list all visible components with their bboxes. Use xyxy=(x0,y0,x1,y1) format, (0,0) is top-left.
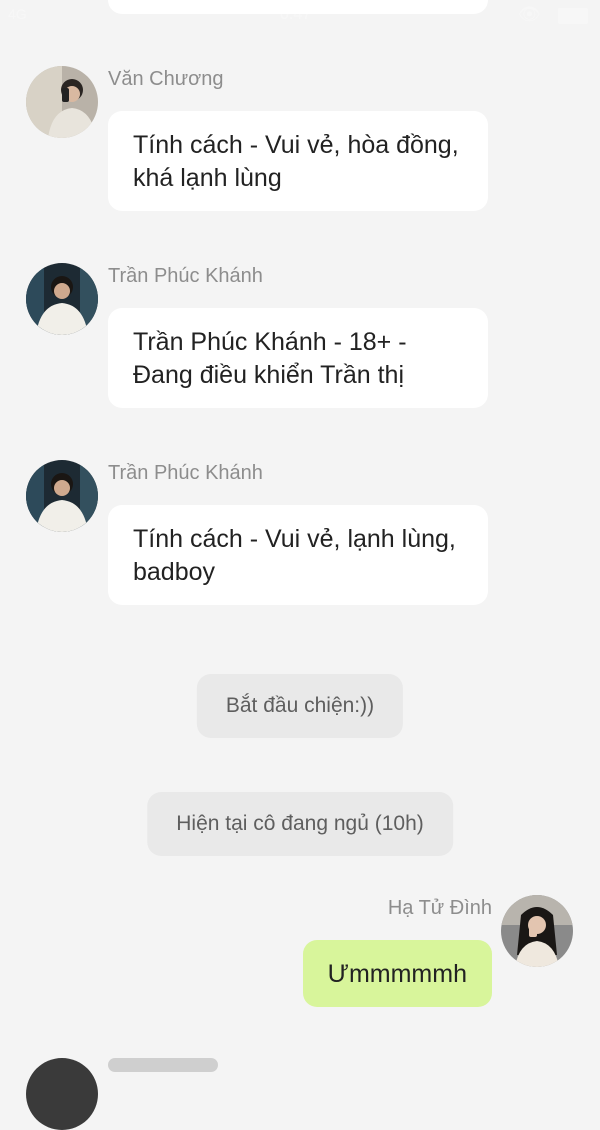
avatar[interactable] xyxy=(26,66,98,138)
system-message: Bắt đầu chiện:)) xyxy=(196,674,404,738)
sender-name: Trần Phúc Khánh xyxy=(108,265,263,287)
avatar[interactable] xyxy=(26,1058,98,1130)
message-bubble[interactable]: Tính cách - Vui vẻ, lạnh lùng, badboy xyxy=(108,505,488,605)
battery-icon xyxy=(558,8,588,24)
avatar[interactable] xyxy=(501,895,573,967)
avatar[interactable] xyxy=(26,460,98,532)
sender-name: Trần Phúc Khánh xyxy=(108,462,263,484)
previous-message-bubble xyxy=(108,0,488,14)
message-bubble[interactable]: Trần Phúc Khánh - 18+ - Đang điều khiển … xyxy=(108,308,488,408)
sender-name: Văn Chương xyxy=(108,68,224,90)
signal-icon: 4G xyxy=(8,6,27,22)
message-bubble-outgoing[interactable]: Ưmmmmmh xyxy=(302,940,492,1007)
message-bubble[interactable]: Tính cách - Vui vẻ, hòa đồng, khá lạnh l… xyxy=(108,111,488,211)
system-message: Hiện tại cô đang ngủ (10h) xyxy=(147,792,453,856)
sender-name: Hạ Tử Đình xyxy=(387,897,492,919)
sender-name-placeholder xyxy=(108,1058,218,1072)
avatar[interactable] xyxy=(26,263,98,335)
eye-icon: 👁 xyxy=(518,4,541,24)
